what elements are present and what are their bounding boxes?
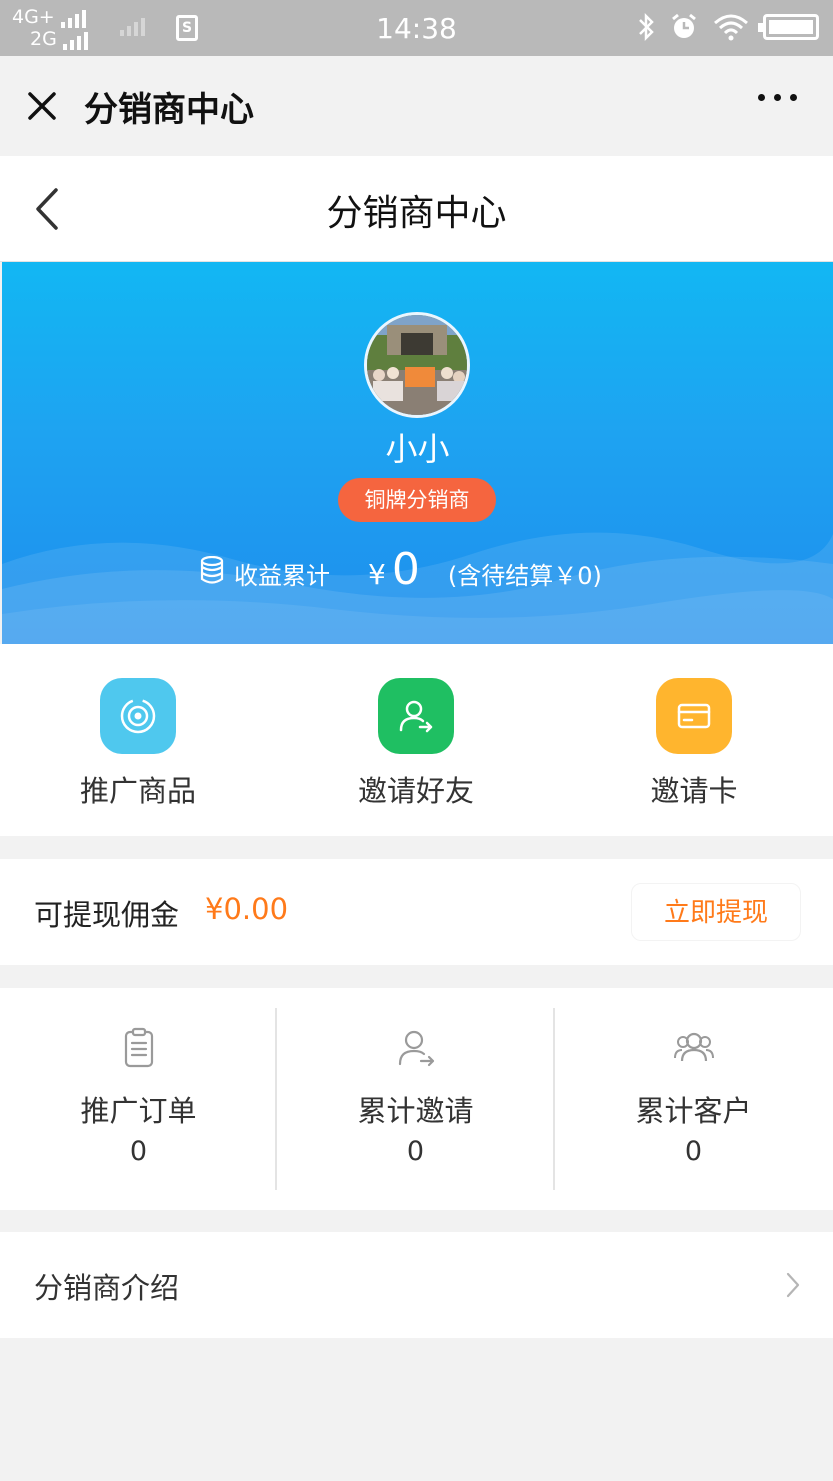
- group-icon: [673, 1032, 714, 1062]
- intro-label: 分销商介绍: [34, 1271, 180, 1305]
- withdraw-now-button[interactable]: 立即提现: [631, 883, 801, 941]
- distributor-intro-row[interactable]: 分销商介绍: [0, 1232, 833, 1338]
- status-bar: 4G+ 2G S 14:38: [0, 0, 833, 56]
- bluetooth-icon: [639, 12, 654, 42]
- stat-label: 累计邀请: [357, 1094, 474, 1128]
- wechat-title: 分销商中心: [84, 90, 254, 130]
- battery-icon: [758, 14, 819, 40]
- stat-value: 0: [129, 1136, 148, 1167]
- earnings-pending: (含待结算￥0): [447, 562, 602, 590]
- clipboard-icon: [124, 1027, 153, 1068]
- alarm-icon: [672, 13, 696, 38]
- stat-value: 0: [406, 1136, 425, 1167]
- stat-value: 0: [684, 1136, 703, 1167]
- withdraw-section: 可提现佣金 ¥0.00 立即提现: [0, 859, 833, 965]
- stat-promotion-orders[interactable]: 推广订单 0: [0, 988, 277, 1210]
- action-label: 邀请卡: [650, 774, 738, 808]
- action-label: 推广商品: [79, 774, 196, 808]
- invite-user-icon: [398, 1030, 434, 1067]
- stat-label: 累计客户: [635, 1094, 752, 1128]
- more-menu-icon[interactable]: [758, 94, 797, 101]
- withdrawable-amount: ¥0.00: [205, 892, 289, 926]
- wifi-icon: [714, 14, 748, 41]
- earnings-summary: 收益累计 ¥ 0 (含待结算￥0): [200, 544, 602, 595]
- currency-symbol: ¥: [368, 558, 386, 591]
- earnings-total: 0: [391, 544, 420, 595]
- target-icon: [100, 678, 176, 754]
- action-invite-friends[interactable]: 邀请好友: [316, 678, 516, 810]
- chevron-right-icon: [786, 1272, 800, 1298]
- withdrawable-commission-label: 可提现佣金: [34, 898, 180, 932]
- page-title: 分销商中心: [326, 193, 507, 234]
- user-name: 小小: [385, 430, 450, 468]
- profile-banner: 小小 铜牌分销商 收益累计 ¥ 0 (含待结算￥0): [2, 262, 833, 644]
- action-label: 邀请好友: [357, 774, 474, 808]
- stat-total-customers[interactable]: 累计客户 0: [555, 988, 832, 1210]
- stat-label: 推广订单: [80, 1094, 197, 1128]
- stats-panel: 推广订单 0 累计邀请 0 累计客户 0: [0, 988, 833, 1210]
- wechat-title-bar: 分销商中心: [0, 56, 833, 156]
- action-invite-card[interactable]: 邀请卡: [594, 678, 794, 810]
- avatar-photo: [367, 315, 467, 415]
- action-promote-products[interactable]: 推广商品: [38, 678, 238, 810]
- quick-actions: 推广商品 邀请好友 邀请卡: [0, 644, 833, 836]
- invite-user-icon: [378, 678, 454, 754]
- close-icon[interactable]: [22, 86, 62, 126]
- avatar[interactable]: [364, 312, 470, 418]
- level-badge: 铜牌分销商: [338, 478, 496, 522]
- page-header: 分销商中心: [0, 156, 833, 262]
- database-icon: [200, 555, 224, 584]
- card-icon: [656, 678, 732, 754]
- stat-total-invites[interactable]: 累计邀请 0: [277, 988, 554, 1210]
- earnings-label: 收益累计: [234, 562, 330, 590]
